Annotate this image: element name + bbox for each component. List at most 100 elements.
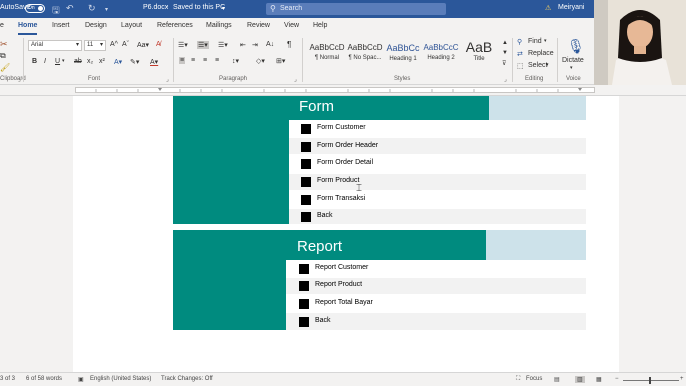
sort-icon[interactable]: A↓ [266,41,274,48]
italic-icon[interactable]: I [44,58,46,65]
style-title[interactable]: AaB Title [460,39,498,69]
replace-icon[interactable]: ⇄ [517,50,523,58]
user-name[interactable]: Meiryani [558,4,584,11]
cut-icon[interactable]: ✂ [0,39,8,50]
line-spacing-icon[interactable]: ↕▾ [232,57,239,65]
copy-icon[interactable]: ⧉ [0,51,6,61]
customize-qat-icon[interactable]: ▾ [105,6,108,13]
proofing-icon[interactable]: ▣ [78,376,84,383]
font-size-dropdown[interactable]: 11 ▾ [84,40,106,51]
dictate-button[interactable]: Dictate [562,57,584,64]
zoom-slider-thumb[interactable] [649,377,651,384]
tab-references[interactable]: References [157,22,193,29]
align-left-icon[interactable]: ≡ [179,57,186,64]
clear-formatting-icon[interactable]: A̸ [156,41,161,48]
track-changes-status[interactable]: Track Changes: Off [161,376,213,382]
increase-indent-icon[interactable]: ⇥ [252,41,258,49]
page-count[interactable]: 3 of 3 [0,376,15,382]
chevron-down-icon[interactable]: ▾ [546,62,549,68]
list-item: Form Product [317,177,360,184]
underline-icon[interactable]: U [55,58,60,65]
shrink-font-icon[interactable]: Aˇ [122,41,129,48]
font-color-icon[interactable]: A▾ [150,58,158,66]
styles-scroll-down-icon[interactable]: ▼ [502,50,508,56]
language-indicator[interactable]: English (United States) [90,376,151,382]
justify-icon[interactable]: ≡ [215,57,219,64]
autosave-toggle[interactable]: On [25,4,45,13]
tab-view[interactable]: View [284,22,299,29]
focus-icon[interactable]: ⛶ [516,376,520,383]
bullet-square [301,124,311,134]
font-name-dropdown[interactable]: Arial ▾ [28,40,82,51]
search-box[interactable]: ⚲ Search [266,3,446,15]
paragraph-launcher-icon[interactable]: ⌟ [294,76,297,83]
microphone-icon[interactable]: 🎙 [567,38,585,55]
chevron-down-icon[interactable]: ▾ [222,5,225,12]
superscript-icon[interactable]: x² [99,58,105,65]
subscript-icon[interactable]: x₂ [87,58,93,65]
find-icon[interactable]: ⚲ [517,38,522,46]
highlight-icon[interactable]: ✎▾ [130,58,139,66]
focus-button[interactable]: Focus [526,376,542,382]
style-normal[interactable]: AaBbCcD ¶ Normal [308,39,346,69]
chevron-down-icon[interactable]: ▾ [570,65,573,71]
tab-review[interactable]: Review [247,22,270,29]
bold-icon[interactable]: B [32,58,37,65]
print-layout-icon[interactable]: ▥ [575,376,585,383]
numbering-icon[interactable]: ☰▾ [197,41,209,49]
borders-icon[interactable]: ⊞▾ [276,57,285,65]
multilevel-list-icon[interactable]: ☰▾ [218,41,228,49]
undo-icon[interactable]: ↶ [66,3,74,14]
style-heading-2[interactable]: AaBbCcC Heading 2 [422,39,460,69]
select-button[interactable]: Select [528,62,547,69]
save-status[interactable]: Saved to this PC [173,4,225,11]
group-font: Font [88,76,101,82]
styles-scroll-up-icon[interactable]: ▲ [502,40,508,46]
styles-more-icon[interactable]: ⊽ [502,60,506,67]
zoom-out-icon[interactable]: − [615,376,619,382]
bullet-square [301,195,311,205]
chevron-down-icon[interactable]: ▾ [544,38,547,44]
format-painter-icon[interactable]: 🖌 [0,63,10,72]
tab-layout[interactable]: Layout [121,22,142,29]
ribbon-tabs: e Home Insert Design Layout References M… [0,18,594,35]
text-effects-icon[interactable]: A▾ [114,58,122,66]
zoom-slider[interactable] [623,380,679,381]
grow-font-icon[interactable]: A^ [110,41,118,48]
bullets-icon[interactable]: ☰▾ [178,41,188,49]
list-item: Report Customer [315,264,369,271]
clipboard-launcher-icon[interactable]: ⌟ [18,76,21,83]
tab-design[interactable]: Design [85,22,107,29]
shading-icon[interactable]: ◇▾ [256,57,265,65]
styles-launcher-icon[interactable]: ⌟ [504,76,507,83]
style-heading-1[interactable]: AaBbCc Heading 1 [384,39,422,69]
bullet-square [301,177,311,187]
font-launcher-icon[interactable]: ⌟ [166,76,169,83]
select-icon[interactable]: ⬚ [517,62,524,70]
style-no-spacing[interactable]: AaBbCcD ¶ No Spac... [346,39,384,69]
align-right-icon[interactable]: ≡ [203,57,207,64]
tab-help[interactable]: Help [313,22,327,29]
align-center-icon[interactable]: ≡ [191,57,195,64]
replace-button[interactable]: Replace [528,50,554,57]
web-layout-icon[interactable]: ▦ [596,376,602,383]
show-marks-icon[interactable]: ¶ [287,40,291,49]
strikethrough-icon[interactable]: ab [74,58,82,65]
warning-icon[interactable]: ⚠ [545,4,551,12]
change-case-icon[interactable]: Aa▾ [137,41,149,49]
tab-home[interactable]: Home [18,22,38,35]
redo-icon[interactable]: ↻ [88,3,96,14]
word-count[interactable]: 6 of 58 words [26,376,62,382]
read-mode-icon[interactable]: ▤ [554,376,560,383]
chevron-down-icon[interactable]: ▾ [62,58,65,64]
find-button[interactable]: Find [528,38,542,45]
bullet-square [301,212,311,222]
save-icon[interactable]: 🖫 [52,3,60,19]
decrease-indent-icon[interactable]: ⇤ [240,41,246,49]
document-page[interactable]: Form Form Customer Form Order Header For… [73,96,619,372]
tab-file[interactable]: e [0,22,4,29]
tab-insert[interactable]: Insert [52,22,70,29]
horizontal-ruler[interactable] [0,85,686,96]
tab-mailings[interactable]: Mailings [206,22,232,29]
zoom-in-icon[interactable]: + [680,376,684,382]
